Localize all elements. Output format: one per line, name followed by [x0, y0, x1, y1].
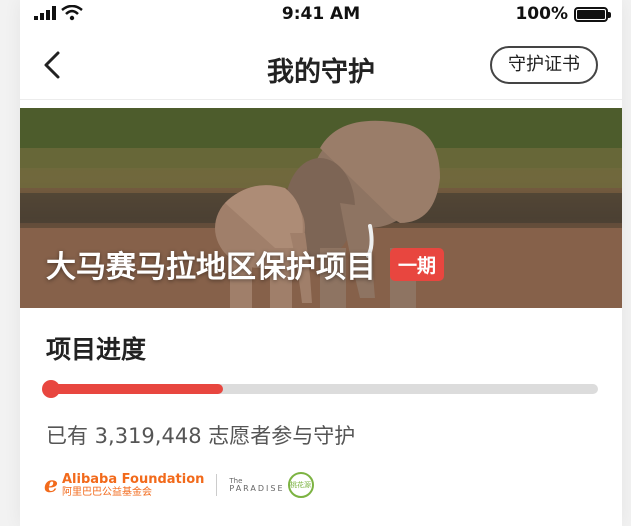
- progress-fill: [46, 384, 223, 394]
- volunteer-count: 已有 3,319,448 志愿者参与守护: [46, 424, 356, 448]
- phase-badge: 一期: [390, 247, 445, 281]
- alibaba-subtitle: 阿里巴巴公益基金会: [62, 486, 152, 498]
- battery-percent: 100%: [515, 4, 568, 24]
- banner-heading: 大马赛马拉地区保护项目 一期: [46, 242, 445, 286]
- progress-section-title: 项目进度: [46, 335, 147, 364]
- project-title: 大马赛马拉地区保护项目: [46, 250, 376, 285]
- battery-status: 100%: [515, 4, 611, 24]
- navigation-bar: 我的守护 守护证书: [20, 30, 622, 100]
- paradise-ring-icon: 桃花源: [287, 472, 314, 498]
- status-bar: 9:41 AM 100%: [20, 0, 622, 30]
- logo-divider: [216, 474, 218, 496]
- battery-icon: [574, 6, 611, 22]
- alibaba-foundation-logo: e Alibaba Foundation 阿里巴巴公益基金会: [44, 472, 204, 498]
- project-banner[interactable]: 大马赛马拉地区保护项目 一期: [20, 108, 622, 308]
- progress-knob: [42, 380, 60, 398]
- progress-bar: [42, 380, 598, 398]
- app-screen: 9:41 AM 100% 我的守护 守护证书 大马赛马拉地区保护项目 一期 项目…: [20, 0, 622, 526]
- paradise-name: PARADISE: [229, 483, 285, 493]
- alibaba-mark-icon: e: [44, 472, 58, 498]
- paradise-logo: The PARADISE 桃花源: [229, 472, 314, 498]
- alibaba-name: Alibaba Foundation: [62, 471, 205, 487]
- partner-logos: e Alibaba Foundation 阿里巴巴公益基金会 The PARAD…: [44, 472, 314, 498]
- certificate-button[interactable]: 守护证书: [490, 46, 598, 84]
